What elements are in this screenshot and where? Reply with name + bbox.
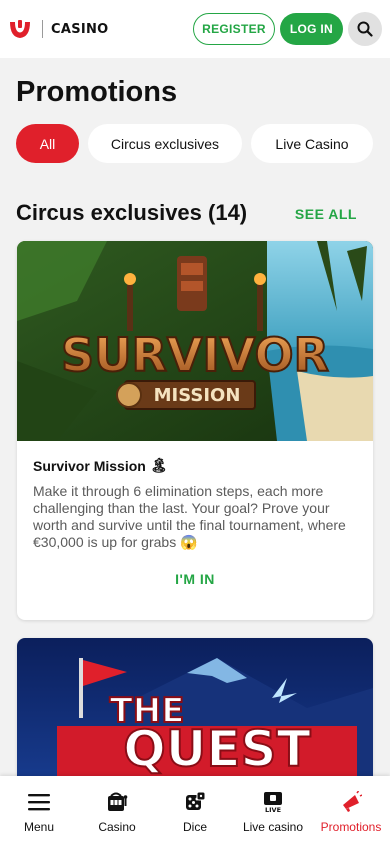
search-button[interactable] [348,12,382,46]
register-button[interactable]: REGISTER [193,13,275,45]
section-title: Circus exclusives (14) [16,200,248,225]
login-button[interactable]: LOG IN [279,13,343,45]
island-emoji-icon: 🏝 [149,457,168,473]
banner-quest-text: QUEST [123,720,310,778]
see-all-link[interactable]: SEE ALL [295,206,357,222]
filter-chip-all[interactable]: All [16,124,79,163]
promo-card-title-text: Survivor Mission [33,457,146,474]
promo-card-description: Make it through 6 elimination steps, eac… [33,483,346,550]
search-icon [357,21,373,37]
im-in-button[interactable]: I'M IN [33,571,357,587]
nav-item-promotions[interactable]: Promotions [312,776,390,844]
banner-survivor-text: SURVIVOR [61,328,329,382]
svg-text:LIVE: LIVE [265,806,281,813]
nav-label: Dice [182,820,207,834]
logo-divider [42,20,43,38]
brand-logo[interactable]: CASINO [8,17,109,41]
page-title: Promotions [16,76,178,108]
live-tv-icon: LIVE [262,790,284,814]
dice-icon [184,790,206,814]
bottom-navigation: Menu Casino Dice LIVE Live casino Promot… [0,776,390,844]
menu-icon [28,790,50,814]
nav-label: Menu [23,820,55,834]
filter-chip-live-casino[interactable]: Live Casino [251,124,373,163]
nav-item-dice[interactable]: Dice [156,776,234,844]
banner-mission-text: MISSION [154,385,241,406]
promo-card[interactable]: SURVIVOR MISSION Survivor Mission 🏝 Make… [17,241,373,620]
filter-chips: All Circus exclusives Live Casino [16,124,390,163]
top-header: CASINO REGISTER LOG IN [0,0,390,58]
brand-name: CASINO [51,21,109,37]
promo-banner-image: SURVIVOR MISSION [17,241,373,441]
circus-logo-icon [8,17,32,41]
nav-label: Casino [98,820,136,834]
nav-label: Promotions [320,820,382,834]
nav-item-casino[interactable]: Casino [78,776,156,844]
promo-card-title: Survivor Mission 🏝 [33,457,357,474]
slot-machine-icon [106,790,128,814]
megaphone-icon [340,790,362,814]
nav-item-live-casino[interactable]: LIVE Live casino [234,776,312,844]
nav-item-menu[interactable]: Menu [0,776,78,844]
filter-chip-circus-exclusives[interactable]: Circus exclusives [88,124,242,163]
nav-label: Live casino [242,820,304,834]
